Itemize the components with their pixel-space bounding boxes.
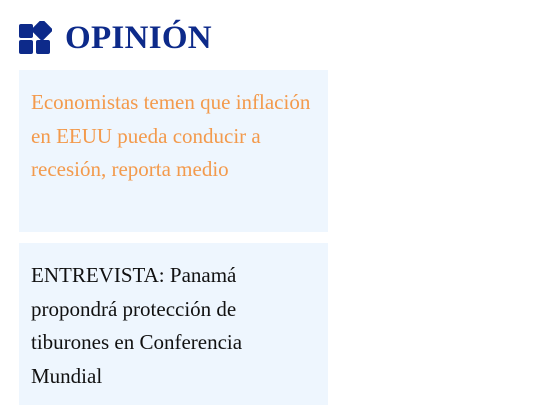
opinion-widget: OPINIÓN Economistas temen que inflación … [0, 0, 534, 412]
section-title[interactable]: OPINIÓN [65, 18, 212, 58]
article-card[interactable]: Economistas temen que inflación en EEUU … [19, 70, 328, 232]
section-header: OPINIÓN [18, 18, 212, 58]
widgets-icon [19, 21, 52, 54]
article-headline[interactable]: ENTREVISTA: Panamá propondrá protección … [31, 263, 242, 388]
article-card[interactable]: ENTREVISTA: Panamá propondrá protección … [19, 243, 328, 405]
article-headline[interactable]: Economistas temen que inflación en EEUU … [31, 90, 310, 181]
